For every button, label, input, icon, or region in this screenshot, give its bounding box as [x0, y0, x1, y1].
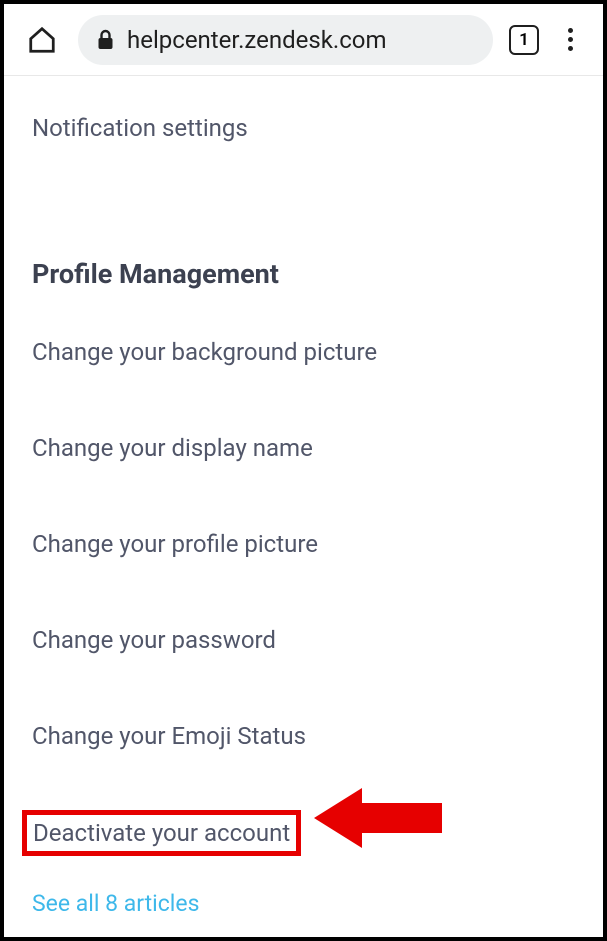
link-change-background-picture[interactable]: Change your background picture	[32, 330, 575, 374]
link-change-emoji-status[interactable]: Change your Emoji Status	[32, 714, 575, 758]
section-heading-profile-management: Profile Management	[32, 258, 575, 290]
home-button[interactable]	[22, 20, 62, 60]
link-change-profile-picture[interactable]: Change your profile picture	[32, 522, 575, 566]
link-change-password[interactable]: Change your password	[32, 618, 575, 662]
annotation-arrow	[314, 783, 444, 857]
page-content: Notification settings Profile Management…	[4, 76, 603, 917]
link-deactivate-account[interactable]: Deactivate your account	[22, 810, 301, 856]
see-all-articles-link[interactable]: See all 8 articles	[32, 890, 199, 917]
article-list: Change your background picture Change yo…	[32, 330, 575, 886]
arrow-left-icon	[314, 783, 444, 853]
lock-icon	[96, 29, 115, 51]
link-notification-settings[interactable]: Notification settings	[32, 106, 248, 150]
browser-menu-button[interactable]	[555, 25, 585, 55]
home-icon	[27, 25, 57, 55]
dots-icon	[568, 28, 573, 33]
url-text: helpcenter.zendesk.com	[127, 26, 387, 54]
address-bar[interactable]: helpcenter.zendesk.com	[78, 15, 493, 65]
browser-toolbar: helpcenter.zendesk.com 1	[4, 4, 603, 76]
tab-count-number: 1	[519, 30, 529, 50]
tab-switcher[interactable]: 1	[509, 25, 539, 55]
link-change-display-name[interactable]: Change your display name	[32, 426, 575, 470]
